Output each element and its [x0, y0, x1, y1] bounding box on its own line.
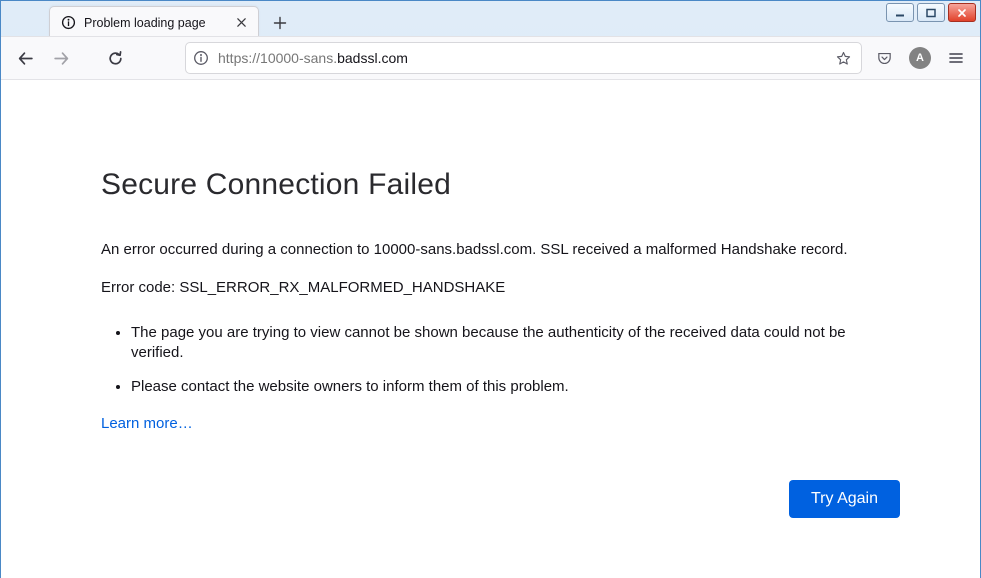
error-description-1: An error occurred during a connection to… — [101, 240, 900, 260]
back-button[interactable] — [9, 42, 41, 74]
maximize-icon — [926, 8, 936, 18]
close-icon — [957, 8, 967, 18]
error-code: Error code: SSL_ERROR_RX_MALFORMED_HANDS… — [101, 278, 900, 298]
window-maximize-button[interactable] — [917, 3, 945, 22]
url-scheme: https:// — [218, 50, 260, 66]
url-bar[interactable]: https://10000-sans.badssl.com — [185, 42, 862, 74]
pocket-icon — [876, 50, 893, 67]
url-text: https://10000-sans.badssl.com — [218, 50, 823, 66]
url-subdomain: 10000-sans. — [260, 50, 337, 66]
toolbar-right-group: A — [868, 42, 972, 74]
error-title: Secure Connection Failed — [101, 168, 900, 202]
bookmark-button[interactable] — [831, 46, 855, 70]
navigation-toolbar: https://10000-sans.badssl.com A — [1, 36, 980, 80]
learn-more-link[interactable]: Learn more… — [101, 415, 193, 432]
try-again-button[interactable]: Try Again — [789, 480, 900, 518]
close-icon — [236, 17, 247, 28]
titlebar: Problem loading page — [1, 1, 980, 36]
url-host: badssl.com — [337, 50, 408, 66]
avatar: A — [909, 47, 931, 69]
error-bullet-2: Please contact the website owners to inf… — [131, 377, 900, 397]
pocket-button[interactable] — [868, 42, 900, 74]
reload-button[interactable] — [99, 42, 131, 74]
error-bullet-1: The page you are trying to view cannot b… — [131, 323, 900, 364]
app-menu-button[interactable] — [940, 42, 972, 74]
hamburger-icon — [948, 50, 964, 66]
window-close-button[interactable] — [948, 3, 976, 22]
error-bullet-list: The page you are trying to view cannot b… — [131, 323, 900, 398]
error-page-content: Secure Connection Failed An error occurr… — [1, 80, 980, 578]
info-icon — [193, 50, 209, 66]
tab-close-button[interactable] — [232, 14, 250, 32]
minimize-icon — [895, 8, 905, 18]
browser-tab[interactable]: Problem loading page — [49, 6, 259, 38]
new-tab-button[interactable] — [265, 8, 295, 38]
arrow-left-icon — [17, 50, 34, 67]
account-button[interactable]: A — [904, 42, 936, 74]
identity-info-icon[interactable] — [192, 49, 210, 67]
plus-icon — [273, 16, 287, 30]
star-icon — [835, 50, 852, 67]
forward-button[interactable] — [45, 42, 77, 74]
info-icon — [60, 15, 76, 31]
tab-title: Problem loading page — [84, 16, 224, 30]
arrow-right-icon — [53, 50, 70, 67]
window-caption-buttons — [886, 3, 976, 22]
avatar-initial: A — [916, 52, 924, 64]
window-minimize-button[interactable] — [886, 3, 914, 22]
reload-icon — [107, 50, 124, 67]
